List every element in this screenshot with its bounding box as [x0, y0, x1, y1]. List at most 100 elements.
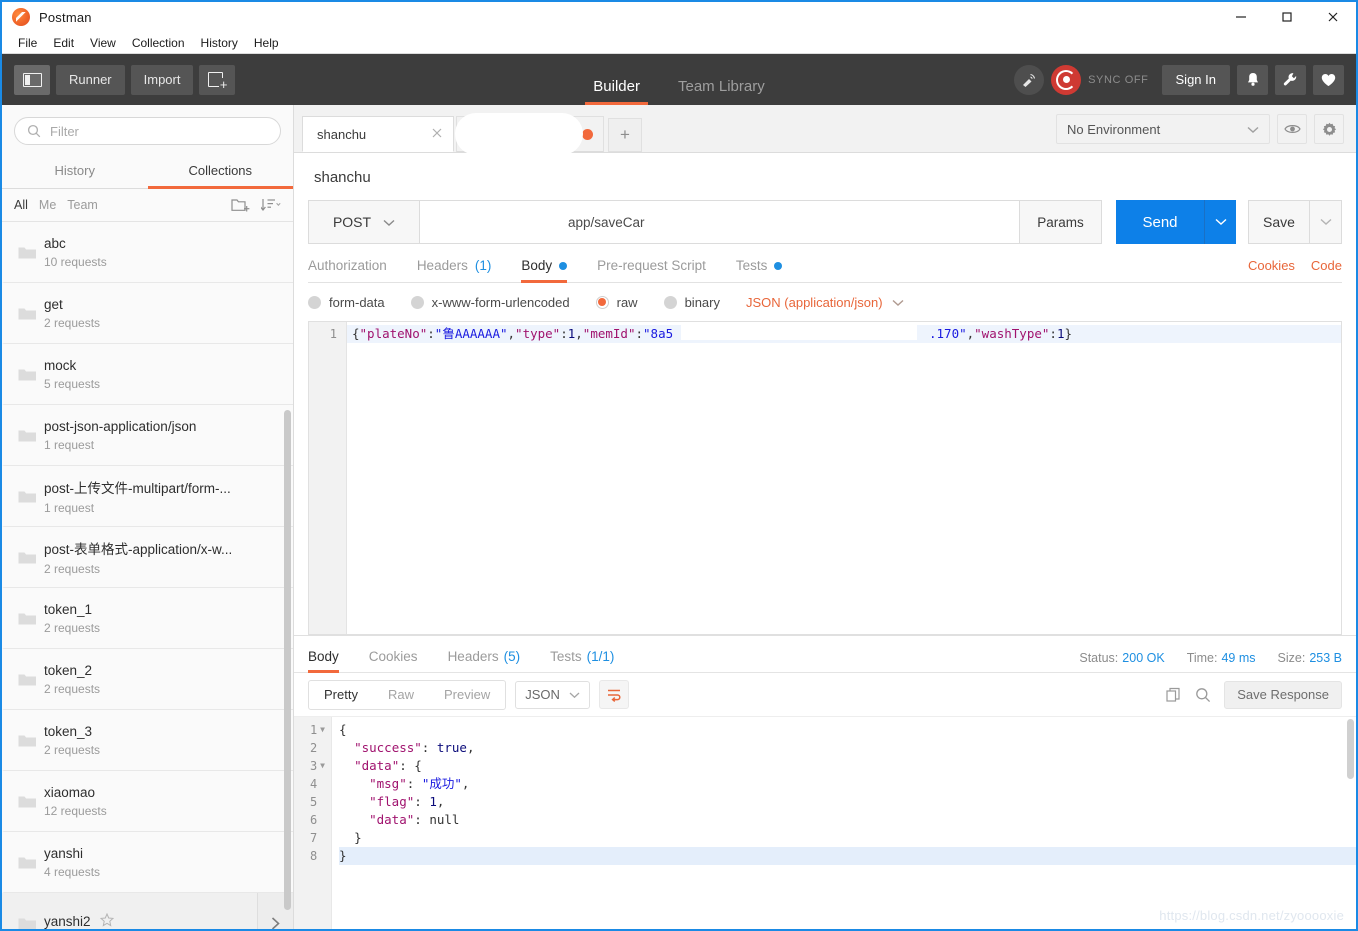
folder-icon	[18, 733, 44, 748]
list-item[interactable]: xiaomao 12 requests	[2, 771, 293, 832]
sync-status[interactable]: SYNC OFF	[1051, 64, 1148, 95]
save-response-button[interactable]: Save Response	[1224, 680, 1342, 709]
favorites-heart-button[interactable]	[1313, 64, 1344, 95]
broadcast-button[interactable]	[1014, 64, 1045, 95]
folder-icon	[18, 794, 44, 809]
sidebar-tab-collections[interactable]: Collections	[147, 155, 294, 189]
request-tab-shanchu[interactable]: shanchu	[302, 116, 454, 152]
tab-tests[interactable]: Tests	[736, 258, 783, 282]
sort-button[interactable]	[261, 197, 281, 213]
menu-item-collection[interactable]: Collection	[124, 34, 193, 52]
body-type-urlencoded[interactable]: x-www-form-urlencoded	[410, 295, 570, 310]
url-input[interactable]: app/saveCar	[420, 200, 1020, 244]
raw-format-select[interactable]: JSON (application/json)	[746, 295, 904, 310]
list-item[interactable]: mock 5 requests	[2, 344, 293, 405]
minimize-button[interactable]	[1218, 2, 1264, 32]
sidebar-tab-history[interactable]: History	[2, 155, 148, 188]
request-tab-untitled[interactable]	[455, 113, 604, 155]
radio-label: form-data	[329, 294, 385, 310]
collection-name: xiaomao	[44, 784, 96, 800]
sidebar-toggle-button[interactable]	[14, 64, 50, 95]
scope-filter-me[interactable]: Me	[39, 198, 56, 212]
list-item[interactable]: post-表单格式-application/x-w... 2 requests	[2, 527, 293, 588]
search-button[interactable]	[1195, 687, 1211, 703]
response-tab-headers[interactable]: Headers (5)	[448, 649, 521, 672]
new-window-button[interactable]	[199, 64, 236, 95]
body-type-form-data[interactable]: form-data	[308, 295, 385, 310]
runner-button[interactable]: Runner	[56, 64, 125, 95]
tab-pre-request-script[interactable]: Pre-request Script	[597, 258, 706, 282]
tab-builder[interactable]: Builder	[585, 78, 648, 105]
list-item[interactable]: get 2 requests	[2, 283, 293, 344]
star-icon[interactable]	[99, 912, 114, 930]
tab-body[interactable]: Body	[521, 258, 568, 283]
response-body[interactable]: 1▼ 2▼ 3▼ 4▼ 5▼ 6▼ 7▼ 8▼ { "success": tru…	[294, 717, 1356, 929]
view-mode-raw[interactable]: Raw	[373, 681, 429, 709]
add-request-tab-button[interactable]: +	[608, 118, 642, 152]
line-number-row: 4▼	[294, 775, 331, 793]
method-select[interactable]: POST	[308, 200, 420, 244]
list-item[interactable]: yanshi2	[2, 893, 293, 929]
request-body-editor[interactable]: 1 {"plateNo":"鲁AAAAAA","type":1,"memId":…	[308, 321, 1342, 635]
list-item[interactable]: abc 10 requests	[2, 222, 293, 283]
response-tab-cookies[interactable]: Cookies	[369, 649, 418, 672]
sidebar-scrollbar[interactable]	[284, 410, 291, 910]
editor-code-area[interactable]: {"plateNo":"鲁AAAAAA","type":1,"memId":"8…	[347, 322, 1341, 634]
response-tab-body[interactable]: Body	[308, 649, 339, 673]
send-button[interactable]: Send	[1116, 200, 1204, 244]
folder-icon	[18, 367, 44, 382]
tab-authorization[interactable]: Authorization	[308, 258, 387, 282]
menu-item-view[interactable]: View	[82, 34, 124, 52]
list-item[interactable]: token_1 2 requests	[2, 588, 293, 649]
list-item[interactable]: post-上传文件-multipart/form-... 1 request	[2, 466, 293, 527]
new-folder-button[interactable]	[231, 197, 250, 213]
notifications-button[interactable]	[1237, 64, 1268, 95]
send-options-button[interactable]	[1204, 200, 1236, 244]
environment-select[interactable]: No Environment	[1056, 114, 1270, 144]
menu-item-file[interactable]: File	[10, 34, 45, 52]
status-label: Status:	[1079, 651, 1119, 665]
body-type-binary[interactable]: binary	[663, 295, 720, 310]
list-item[interactable]: token_2 2 requests	[2, 649, 293, 710]
menu-item-help[interactable]: Help	[246, 34, 287, 52]
body-type-raw[interactable]: raw	[595, 295, 638, 310]
response-format-select[interactable]: JSON	[515, 680, 590, 709]
tab-label: Tests	[550, 649, 582, 664]
menu-item-edit[interactable]: Edit	[45, 34, 82, 52]
list-item[interactable]: token_3 2 requests	[2, 710, 293, 771]
list-item[interactable]: post-json-application/json 1 request	[2, 405, 293, 466]
close-icon[interactable]	[431, 127, 443, 141]
filter-box[interactable]	[14, 117, 281, 145]
response-scrollbar[interactable]	[1347, 719, 1354, 779]
save-button[interactable]: Save	[1248, 200, 1310, 244]
import-button[interactable]: Import	[130, 64, 194, 95]
scope-filter-all[interactable]: All	[14, 198, 28, 212]
sign-in-button[interactable]: Sign In	[1161, 64, 1230, 95]
list-item[interactable]: yanshi 4 requests	[2, 832, 293, 893]
fold-icon[interactable]: ▼	[320, 757, 325, 775]
search-input[interactable]	[50, 123, 268, 139]
close-button[interactable]	[1310, 2, 1356, 32]
word-wrap-button[interactable]	[598, 680, 629, 709]
menu-item-history[interactable]: History	[193, 34, 246, 52]
view-mode-preview[interactable]: Preview	[429, 681, 505, 709]
tab-headers[interactable]: Headers (1)	[417, 258, 492, 282]
tab-team-library[interactable]: Team Library	[678, 78, 765, 105]
collection-list[interactable]: abc 10 requests get 2 requests mock 5 re…	[2, 222, 293, 929]
fold-icon[interactable]: ▼	[320, 721, 325, 739]
cookies-link[interactable]: Cookies	[1248, 258, 1295, 273]
environment-quick-look-button[interactable]	[1277, 114, 1307, 144]
copy-button[interactable]	[1166, 687, 1182, 703]
code-link[interactable]: Code	[1311, 258, 1342, 273]
response-code-area[interactable]: { "success": true, "data": { "msg": "成功"…	[332, 717, 1356, 929]
params-button[interactable]: Params	[1020, 200, 1102, 244]
maximize-button[interactable]	[1264, 2, 1310, 32]
view-mode-pretty[interactable]: Pretty	[309, 681, 373, 709]
scope-filter-team[interactable]: Team	[67, 198, 98, 212]
save-options-button[interactable]	[1310, 200, 1342, 244]
environment-settings-button[interactable]	[1314, 114, 1344, 144]
line-number-row: 7▼	[294, 829, 331, 847]
response-tab-tests[interactable]: Tests (1/1)	[550, 649, 614, 672]
time-value: 49 ms	[1221, 651, 1256, 665]
settings-wrench-button[interactable]	[1275, 64, 1306, 95]
